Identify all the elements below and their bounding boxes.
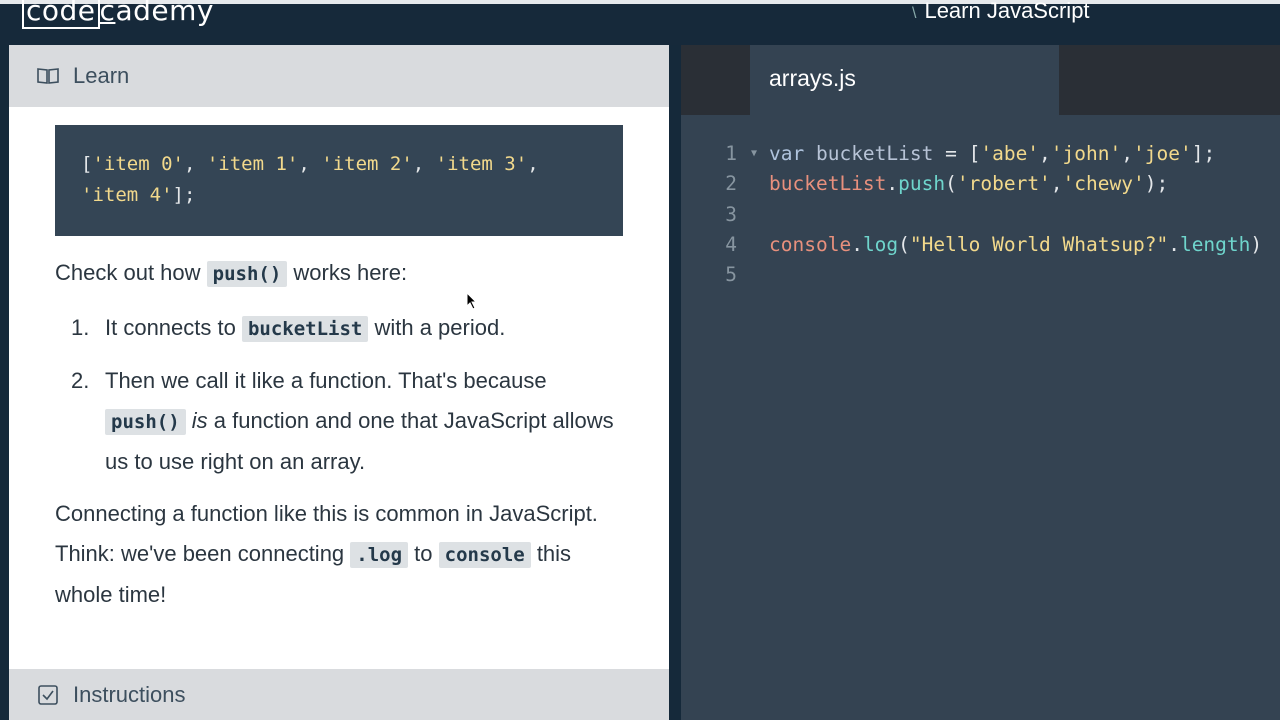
instructions-header[interactable]: Instructions: [9, 669, 669, 720]
code-token: ,: [1050, 172, 1063, 196]
code-example-block: ['item 0', 'item 1', 'item 2', 'item 3',…: [55, 125, 623, 236]
book-icon: [37, 68, 59, 84]
code-text: var bucketList = ['abe','john','joe'];: [769, 139, 1215, 169]
inline-code: push(): [105, 409, 186, 435]
code-editor-panel: arrays.js 1 ▼ var bucketList = ['abe','joh…: [681, 45, 1280, 720]
code-token: bucketList: [815, 142, 946, 165]
list-item: 1. It connects to bucketList with a peri…: [71, 315, 506, 342]
code-editor[interactable]: 1 ▼ var bucketList = ['abe','john','joe'];…: [681, 139, 1280, 290]
code-token: 'chewy': [1062, 172, 1145, 196]
inline-code: bucketList: [241, 316, 369, 342]
code-token: );: [1144, 172, 1169, 196]
inline-code: .log: [350, 542, 409, 568]
instructions-title: Instructions: [73, 681, 186, 707]
code-token: 'abe': [980, 142, 1040, 165]
line-number: 1: [725, 142, 737, 165]
code-token: "Hello World Whatsup?": [909, 232, 1169, 256]
list-item: 2. Then we call it like a function. That…: [71, 368, 614, 474]
code-token: bucketList: [769, 172, 887, 196]
learn-header[interactable]: Learn: [9, 45, 669, 107]
checkbox-icon: [38, 684, 58, 705]
code-token: ): [1250, 232, 1263, 256]
code-line[interactable]: 2 bucketList.push('robert','chewy');: [681, 169, 1280, 199]
code-token: 'john': [1050, 142, 1122, 165]
code-token: push: [898, 172, 946, 196]
lesson-text: Check out how push() works here: 1. It c…: [55, 253, 625, 615]
code-text: console.log("Hello World Whatsup?".lengt…: [769, 230, 1262, 260]
learn-title: Learn: [73, 63, 130, 88]
line-number: 4: [725, 232, 737, 256]
line-number: 3: [725, 202, 737, 226]
code-line[interactable]: 5: [681, 260, 1280, 290]
code-token: .: [886, 172, 899, 196]
codecademy-logo[interactable]: code cademy: [22, 0, 214, 29]
code-token: .: [851, 232, 863, 256]
code-token: (: [945, 172, 957, 196]
learn-panel: Learn ['item 0', 'item 1', 'item 2', 'it…: [9, 45, 669, 720]
code-token: = [: [945, 142, 981, 165]
code-line[interactable]: 4 console.log("Hello World Whatsup?".leng…: [681, 230, 1280, 260]
fold-arrow-icon[interactable]: ▼: [751, 139, 757, 169]
course-title[interactable]: \ Learn JavaScript: [912, 0, 1090, 24]
code-example-line-1: ['item 0', 'item 1', 'item 2', 'item 3',: [81, 153, 539, 175]
code-token: length: [1179, 232, 1251, 256]
inline-code: push(): [206, 261, 288, 287]
code-token: ,: [1121, 142, 1133, 165]
code-example-line-2: 'item 4'];: [81, 184, 196, 206]
code-token: console: [769, 232, 852, 256]
intro-paragraph: Check out how push() works here:: [55, 260, 408, 287]
code-token: 'joe': [1133, 142, 1192, 165]
editor-tab-bar: arrays.js: [681, 45, 1280, 115]
line-number: 2: [725, 172, 737, 196]
code-text: bucketList.push('robert','chewy');: [769, 169, 1168, 199]
code-line[interactable]: 1 ▼ var bucketList = ['abe','john','joe'];: [681, 139, 1280, 169]
top-navigation-bar: code cademy \ Learn JavaScript: [0, 0, 1280, 45]
inline-code: console: [438, 542, 531, 568]
steps-list: 1. It connects to bucketList with a peri…: [55, 308, 625, 482]
outro-paragraph: Connecting a function like this is commo…: [55, 501, 598, 607]
code-token: log: [862, 232, 899, 256]
code-token: ,: [1039, 142, 1051, 165]
code-token: ];: [1191, 142, 1216, 165]
line-number: 5: [725, 263, 737, 287]
tab-arrays-js[interactable]: arrays.js: [750, 45, 1059, 115]
code-line[interactable]: 3: [681, 200, 1280, 230]
code-token: 'robert': [956, 172, 1051, 196]
code-token: (: [898, 232, 910, 256]
code-token: .: [1168, 232, 1180, 256]
code-token: var: [769, 142, 816, 165]
chevron-left-icon: \: [912, 5, 917, 22]
mouse-cursor-icon: [466, 292, 478, 310]
